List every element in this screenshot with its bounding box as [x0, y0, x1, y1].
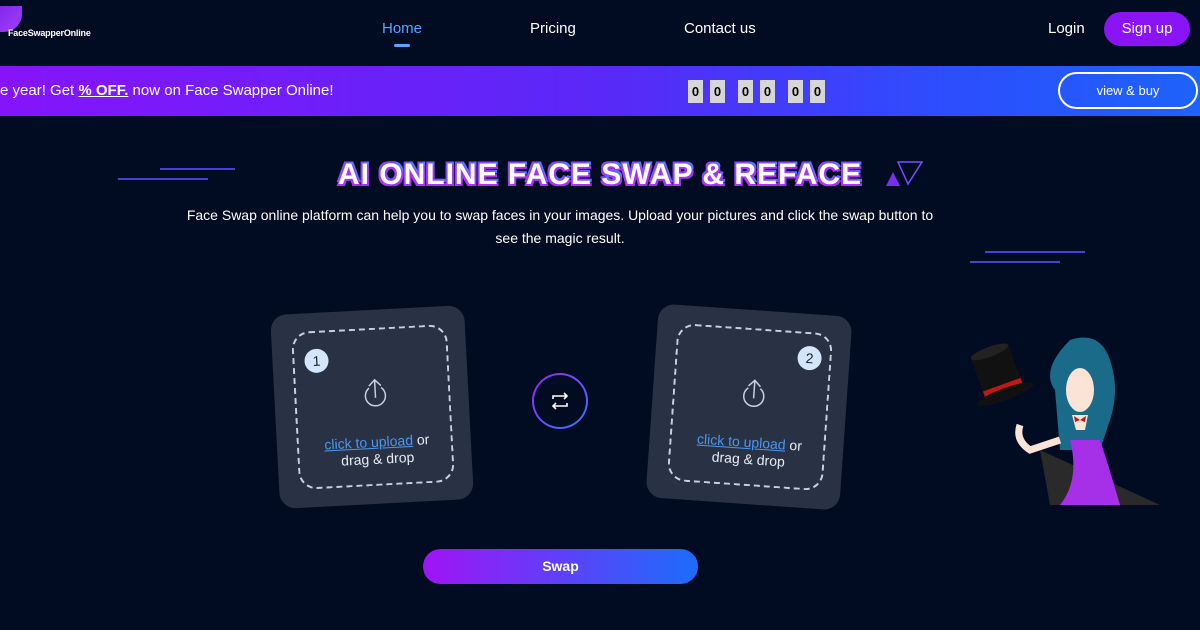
or-text: or — [785, 436, 803, 454]
page-title: AI ONLINE FACE SWAP & REFACE — [337, 158, 863, 191]
drag-drop-text: drag & drop — [340, 448, 415, 469]
signup-button[interactable]: Sign up — [1104, 12, 1190, 46]
upload-icon — [364, 378, 387, 407]
decor-line — [985, 251, 1085, 253]
swap-arrows-icon — [551, 392, 569, 410]
swap-button[interactable]: Swap — [423, 549, 698, 584]
step-badge: 2 — [796, 345, 823, 371]
nav-pricing[interactable]: Pricing — [530, 20, 576, 37]
dropzone-1[interactable]: 1 click to upload or drag & drop — [290, 323, 457, 490]
or-text: or — [412, 431, 430, 448]
upload-card-2[interactable]: 2 click to upload or drag & drop — [645, 303, 853, 511]
discount-link[interactable]: % OFF. — [78, 82, 128, 99]
countdown-digit: 0 — [688, 80, 703, 103]
promo-banner: e year! Get % OFF. now on Face Swapper O… — [0, 66, 1200, 116]
logo-text: FaceSwapperOnline — [8, 28, 91, 38]
promo-text-end: now on Face Swapper Online! — [128, 82, 334, 99]
nav-contact[interactable]: Contact us — [684, 20, 756, 37]
swap-direction-button[interactable] — [532, 373, 588, 429]
upload-instructions: click to upload or drag & drop — [670, 429, 828, 474]
upload-icon — [743, 379, 765, 408]
upload-card-1[interactable]: 1 click to upload or drag & drop — [270, 305, 474, 509]
promo-text: e year! Get — [0, 82, 79, 99]
decor-line — [970, 261, 1060, 263]
login-link[interactable]: Login — [1048, 20, 1085, 37]
countdown-digit: 0 — [760, 80, 775, 103]
view-buy-button[interactable]: view & buy — [1058, 72, 1198, 109]
countdown-digit: 0 — [710, 80, 725, 103]
top-nav: FaceSwapperOnline Home Pricing Contact u… — [0, 0, 1200, 66]
magician-mascot-illustration — [970, 337, 1160, 505]
promo-message: e year! Get % OFF. now on Face Swapper O… — [0, 82, 334, 99]
upload-instructions: click to upload or drag & drop — [299, 430, 457, 472]
dropzone-2[interactable]: 2 click to upload or drag & drop — [666, 322, 834, 492]
page-subtitle: Face Swap online platform can help you t… — [186, 207, 934, 246]
step-badge: 1 — [303, 348, 330, 374]
logo[interactable]: FaceSwapperOnline — [0, 6, 110, 55]
countdown-digit: 0 — [738, 80, 753, 103]
countdown-digit: 0 — [788, 80, 803, 103]
countdown-digit: 0 — [810, 80, 825, 103]
nav-home[interactable]: Home — [382, 20, 422, 47]
click-to-upload-link[interactable]: click to upload — [697, 430, 787, 452]
